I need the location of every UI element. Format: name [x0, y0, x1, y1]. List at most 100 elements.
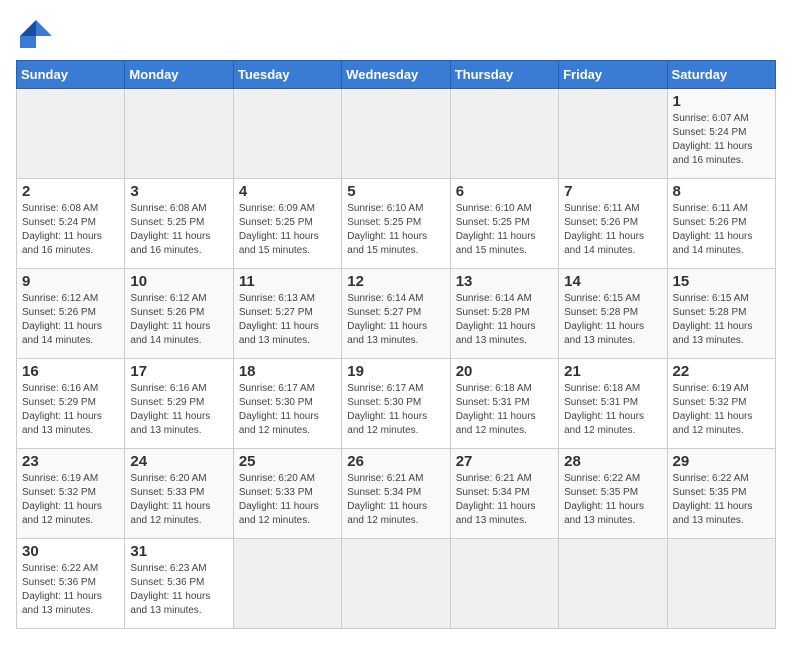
day-info: Sunrise: 6:16 AM Sunset: 5:29 PM Dayligh… — [130, 382, 227, 438]
calendar-header: SundayMondayTuesdayWednesdayThursdayFrid… — [17, 61, 776, 89]
day-info: Sunrise: 6:07 AM Sunset: 5:24 PM Dayligh… — [673, 112, 770, 168]
day-number: 24 — [130, 453, 227, 470]
day-number: 18 — [239, 363, 336, 380]
day-number: 28 — [564, 453, 661, 470]
day-number: 17 — [130, 363, 227, 380]
calendar-cell: 24Sunrise: 6:20 AM Sunset: 5:33 PM Dayli… — [125, 449, 233, 539]
header-row: SundayMondayTuesdayWednesdayThursdayFrid… — [17, 61, 776, 89]
calendar-cell — [125, 89, 233, 179]
logo-icon — [16, 16, 52, 52]
day-number: 19 — [347, 363, 444, 380]
calendar-cell: 12 Sunrise: 6:14 AM Sunset: 5:27 PM Dayli… — [342, 269, 450, 359]
header-day-sunday: Sunday — [17, 61, 125, 89]
day-info: Sunrise: 6:19 AM Sunset: 5:32 PM Dayligh… — [673, 382, 770, 438]
day-number: 30 — [22, 543, 119, 560]
calendar-cell: 27 Sunrise: 6:21 AM Sunset: 5:34 PM Dayli… — [450, 449, 558, 539]
calendar-week-2: 9Sunrise: 6:12 AM Sunset: 5:26 PM Daylig… — [17, 269, 776, 359]
day-info: Sunrise: 6:12 AM Sunset: 5:26 PM Dayligh… — [130, 292, 227, 348]
calendar-cell: 26Sunrise: 6:21 AM Sunset: 5:34 PM Dayli… — [342, 449, 450, 539]
day-number: 31 — [130, 543, 227, 560]
calendar-cell: 19 Sunrise: 6:17 AM Sunset: 5:30 PM Dayli… — [342, 359, 450, 449]
day-info: Sunrise: 6:22 AM Sunset: 5:36 PM Dayligh… — [22, 562, 119, 618]
day-number: 16 — [22, 363, 119, 380]
day-info: Sunrise: 6:15 AM Sunset: 5:28 PM Dayligh… — [564, 292, 661, 348]
calendar-cell — [559, 89, 667, 179]
day-info: Sunrise: 6:21 AM Sunset: 5:34 PM Dayligh… — [347, 472, 444, 528]
calendar-cell: 16 Sunrise: 6:16 AM Sunset: 5:29 PM Dayli… — [17, 359, 125, 449]
calendar-cell: 4Sunrise: 6:09 AM Sunset: 5:25 PM Daylig… — [233, 179, 341, 269]
calendar-cell: 29 Sunrise: 6:22 AM Sunset: 5:35 PM Dayli… — [667, 449, 775, 539]
day-number: 14 — [564, 273, 661, 290]
calendar-week-1: 2Sunrise: 6:08 AM Sunset: 5:24 PM Daylig… — [17, 179, 776, 269]
calendar-cell: 10Sunrise: 6:12 AM Sunset: 5:26 PM Dayli… — [125, 269, 233, 359]
calendar-cell: 6 Sunrise: 6:10 AM Sunset: 5:25 PM Daylig… — [450, 179, 558, 269]
calendar-cell: 31 Sunrise: 6:23 AM Sunset: 5:36 PM Dayli… — [125, 539, 233, 629]
day-number: 23 — [22, 453, 119, 470]
calendar-cell — [667, 539, 775, 629]
day-number: 7 — [564, 183, 661, 200]
day-info: Sunrise: 6:12 AM Sunset: 5:26 PM Dayligh… — [22, 292, 119, 348]
calendar-cell — [342, 539, 450, 629]
day-info: Sunrise: 6:22 AM Sunset: 5:35 PM Dayligh… — [673, 472, 770, 528]
calendar-cell: 8Sunrise: 6:11 AM Sunset: 5:26 PM Daylig… — [667, 179, 775, 269]
day-number: 12 — [347, 273, 444, 290]
day-number: 3 — [130, 183, 227, 200]
calendar-cell — [233, 89, 341, 179]
day-info: Sunrise: 6:14 AM Sunset: 5:27 PM Dayligh… — [347, 292, 444, 348]
calendar-cell: 25 Sunrise: 6:20 AM Sunset: 5:33 PM Dayli… — [233, 449, 341, 539]
day-number: 11 — [239, 273, 336, 290]
calendar-cell: 18Sunrise: 6:17 AM Sunset: 5:30 PM Dayli… — [233, 359, 341, 449]
calendar-cell: 22Sunrise: 6:19 AM Sunset: 5:32 PM Dayli… — [667, 359, 775, 449]
header-day-wednesday: Wednesday — [342, 61, 450, 89]
calendar-cell: 1 Sunrise: 6:07 AM Sunset: 5:24 PM Daylig… — [667, 89, 775, 179]
day-number: 13 — [456, 273, 553, 290]
day-number: 6 — [456, 183, 553, 200]
calendar-cell — [559, 539, 667, 629]
day-info: Sunrise: 6:16 AM Sunset: 5:29 PM Dayligh… — [22, 382, 119, 438]
day-number: 5 — [347, 183, 444, 200]
day-info: Sunrise: 6:21 AM Sunset: 5:34 PM Dayligh… — [456, 472, 553, 528]
day-info: Sunrise: 6:13 AM Sunset: 5:27 PM Dayligh… — [239, 292, 336, 348]
calendar-cell: 30 Sunrise: 6:22 AM Sunset: 5:36 PM Dayli… — [17, 539, 125, 629]
day-info: Sunrise: 6:09 AM Sunset: 5:25 PM Dayligh… — [239, 202, 336, 258]
calendar-week-0: 1 Sunrise: 6:07 AM Sunset: 5:24 PM Daylig… — [17, 89, 776, 179]
day-number: 20 — [456, 363, 553, 380]
day-number: 15 — [673, 273, 770, 290]
calendar-cell: 21Sunrise: 6:18 AM Sunset: 5:31 PM Dayli… — [559, 359, 667, 449]
calendar-cell: 15Sunrise: 6:15 AM Sunset: 5:28 PM Dayli… — [667, 269, 775, 359]
day-info: Sunrise: 6:10 AM Sunset: 5:25 PM Dayligh… — [347, 202, 444, 258]
day-info: Sunrise: 6:22 AM Sunset: 5:35 PM Dayligh… — [564, 472, 661, 528]
calendar-table: SundayMondayTuesdayWednesdayThursdayFrid… — [16, 60, 776, 629]
day-info: Sunrise: 6:10 AM Sunset: 5:25 PM Dayligh… — [456, 202, 553, 258]
day-info: Sunrise: 6:11 AM Sunset: 5:26 PM Dayligh… — [673, 202, 770, 258]
calendar-cell — [450, 89, 558, 179]
day-info: Sunrise: 6:23 AM Sunset: 5:36 PM Dayligh… — [130, 562, 227, 618]
day-number: 25 — [239, 453, 336, 470]
header-day-saturday: Saturday — [667, 61, 775, 89]
day-number: 29 — [673, 453, 770, 470]
header-day-tuesday: Tuesday — [233, 61, 341, 89]
header-day-monday: Monday — [125, 61, 233, 89]
page-header — [16, 16, 776, 52]
day-info: Sunrise: 6:18 AM Sunset: 5:31 PM Dayligh… — [564, 382, 661, 438]
calendar-cell: 17 Sunrise: 6:16 AM Sunset: 5:29 PM Dayli… — [125, 359, 233, 449]
day-number: 1 — [673, 93, 770, 110]
day-number: 27 — [456, 453, 553, 470]
calendar-cell: 5 Sunrise: 6:10 AM Sunset: 5:25 PM Daylig… — [342, 179, 450, 269]
day-info: Sunrise: 6:11 AM Sunset: 5:26 PM Dayligh… — [564, 202, 661, 258]
calendar-week-5: 30 Sunrise: 6:22 AM Sunset: 5:36 PM Dayli… — [17, 539, 776, 629]
day-info: Sunrise: 6:18 AM Sunset: 5:31 PM Dayligh… — [456, 382, 553, 438]
day-info: Sunrise: 6:20 AM Sunset: 5:33 PM Dayligh… — [239, 472, 336, 528]
calendar-cell — [233, 539, 341, 629]
day-info: Sunrise: 6:17 AM Sunset: 5:30 PM Dayligh… — [347, 382, 444, 438]
calendar-body: 1 Sunrise: 6:07 AM Sunset: 5:24 PM Daylig… — [17, 89, 776, 629]
day-info: Sunrise: 6:08 AM Sunset: 5:24 PM Dayligh… — [22, 202, 119, 258]
calendar-cell: 3Sunrise: 6:08 AM Sunset: 5:25 PM Daylig… — [125, 179, 233, 269]
calendar-cell — [342, 89, 450, 179]
calendar-cell: 23Sunrise: 6:19 AM Sunset: 5:32 PM Dayli… — [17, 449, 125, 539]
header-day-thursday: Thursday — [450, 61, 558, 89]
calendar-cell: 11 Sunrise: 6:13 AM Sunset: 5:27 PM Dayli… — [233, 269, 341, 359]
calendar-cell: 2Sunrise: 6:08 AM Sunset: 5:24 PM Daylig… — [17, 179, 125, 269]
calendar-cell: 13Sunrise: 6:14 AM Sunset: 5:28 PM Dayli… — [450, 269, 558, 359]
calendar-cell: 9Sunrise: 6:12 AM Sunset: 5:26 PM Daylig… — [17, 269, 125, 359]
